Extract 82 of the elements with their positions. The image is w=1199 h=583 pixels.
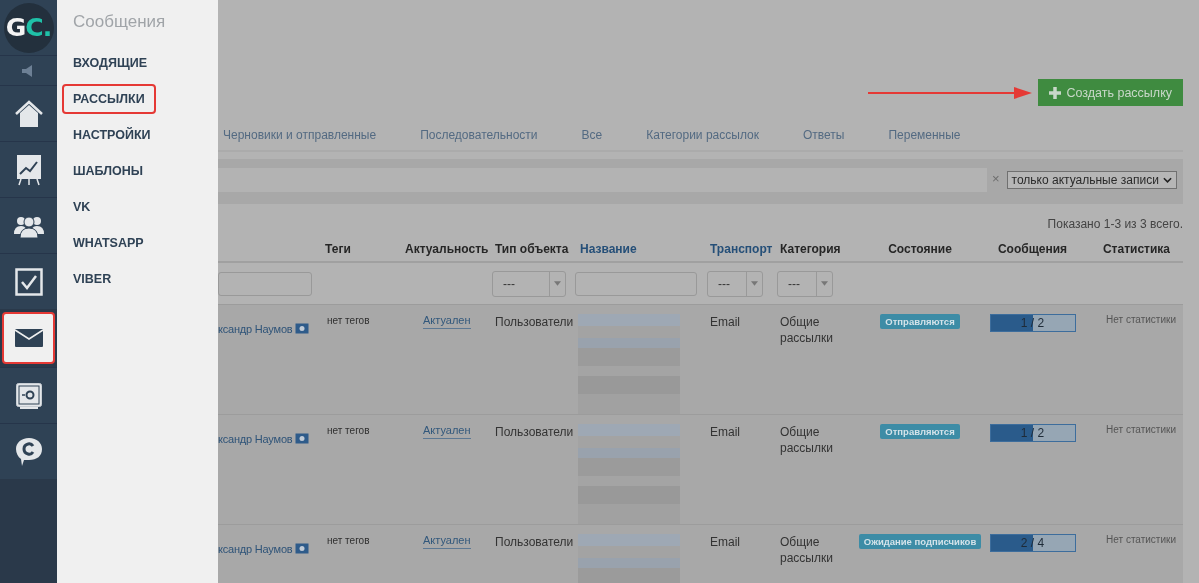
- mail-icon: [14, 329, 43, 347]
- chart-icon: [15, 153, 42, 186]
- menu-item[interactable]: VK: [62, 192, 102, 222]
- menu-item[interactable]: РАССЫЛКИ: [62, 84, 156, 114]
- chat-bubble-icon: [14, 436, 43, 467]
- search-field[interactable]: [218, 168, 987, 192]
- sortable-column-header[interactable]: Название: [575, 242, 705, 256]
- tab[interactable]: Черновики и отправленные: [218, 127, 399, 142]
- menu-item[interactable]: НАСТРОЙКИ: [62, 120, 162, 150]
- table-cell-text: Email: [709, 424, 741, 441]
- caret-icon: [751, 281, 758, 286]
- owner-link[interactable]: ксандр Наумов: [218, 323, 293, 335]
- table-cell-text: Общие рассылки: [779, 424, 834, 457]
- table-cell-text: Email: [709, 314, 741, 331]
- logo[interactable]: GC.: [3, 2, 54, 53]
- column-header: Теги: [324, 242, 352, 256]
- users-nav-item[interactable]: [0, 197, 57, 253]
- status-badge: Отправляются: [880, 314, 960, 329]
- table-cell-text: Нет статистики: [1105, 314, 1177, 327]
- table-cell-text: Нет статистики: [1105, 424, 1177, 437]
- table-cell-text: Пользователи: [494, 314, 575, 331]
- table-cell-text: Общие рассылки: [779, 314, 834, 347]
- table-cell-text: нет тегов: [326, 424, 371, 438]
- id-card-icon: [295, 543, 310, 554]
- column-filter-field[interactable]: [218, 271, 312, 296]
- relevance-link[interactable]: Актуален: [423, 534, 471, 549]
- table-cell-text: Пользователи: [494, 424, 575, 441]
- id-card-icon: [295, 323, 310, 334]
- column-filter-dropdown[interactable]: ---: [492, 270, 566, 297]
- column-filter-dropdown[interactable]: ---: [707, 270, 763, 297]
- chevron-down-icon: [1162, 177, 1172, 183]
- caret-icon: [554, 281, 561, 286]
- owner-link[interactable]: ксандр Наумов: [218, 433, 293, 445]
- relevance-link[interactable]: Актуален: [423, 424, 471, 439]
- progress-reading: 2 / 4: [1020, 536, 1045, 550]
- tab[interactable]: Категории рассылок: [624, 127, 781, 142]
- table-cell-text: Общие рассылки: [779, 534, 834, 567]
- checkbox-nav-item[interactable]: [0, 253, 57, 309]
- home-nav-item[interactable]: [0, 85, 57, 141]
- column-header: Сообщения: [996, 242, 1069, 256]
- progress-reading: 1 / 2: [1020, 426, 1045, 440]
- menu-item[interactable]: WHATSAPP: [62, 228, 155, 258]
- chart-nav-item[interactable]: [0, 141, 57, 197]
- table-cell-text: нет тегов: [326, 534, 371, 548]
- owner-link[interactable]: ксандр Наумов: [218, 543, 293, 555]
- sortable-column-header[interactable]: Транспорт: [705, 242, 775, 256]
- progress-reading: 1 / 2: [1020, 316, 1045, 330]
- column-filter-field[interactable]: [575, 271, 697, 296]
- clear-button[interactable]: ×: [992, 171, 1000, 186]
- column-header: Состояние: [887, 242, 953, 256]
- menu-item[interactable]: ВХОДЯЩИЕ: [62, 48, 159, 78]
- status-badge: Ожидание подписчиков: [858, 534, 982, 549]
- column-header: Статистика: [1101, 242, 1172, 256]
- column-header: Категория: [779, 242, 842, 256]
- home-icon: [13, 98, 44, 129]
- menu-item[interactable]: ШАБЛОНЫ: [62, 156, 155, 186]
- caret-icon: [821, 281, 828, 286]
- results-summary: Показано 1-3 из 3 всего.: [1046, 217, 1183, 233]
- id-card-icon: [295, 433, 310, 444]
- scope-dropdown[interactable]: только актуальные записи: [1006, 171, 1177, 189]
- create-mailing-button[interactable]: Создать рассылку: [1038, 79, 1183, 106]
- status-badge: Отправляются: [880, 424, 960, 439]
- tab[interactable]: Все: [559, 127, 625, 142]
- chat-bubble-nav-item[interactable]: [0, 423, 57, 479]
- menu-item[interactable]: VIBER: [62, 264, 123, 294]
- tab[interactable]: Последовательности: [398, 127, 560, 142]
- mail-nav-item[interactable]: [2, 312, 55, 364]
- column-header: Тип объекта: [494, 242, 570, 256]
- checkbox-icon: [14, 267, 43, 296]
- relevance-link[interactable]: Актуален: [423, 314, 471, 329]
- table-cell-text: нет тегов: [326, 314, 371, 328]
- menu-title: Сообщения: [73, 12, 167, 32]
- tab[interactable]: Переменные: [866, 127, 983, 142]
- table-cell-text: Email: [709, 534, 741, 551]
- table-cell-text: Пользователи: [494, 534, 575, 551]
- table-cell-text: Нет статистики: [1105, 534, 1177, 547]
- tab[interactable]: Ответы: [780, 127, 867, 142]
- column-filter-dropdown[interactable]: ---: [777, 270, 833, 297]
- safe-icon: [14, 381, 43, 410]
- safe-nav-item[interactable]: [0, 367, 57, 423]
- plus-icon: [1049, 86, 1062, 99]
- column-header: Актуальность: [404, 242, 490, 256]
